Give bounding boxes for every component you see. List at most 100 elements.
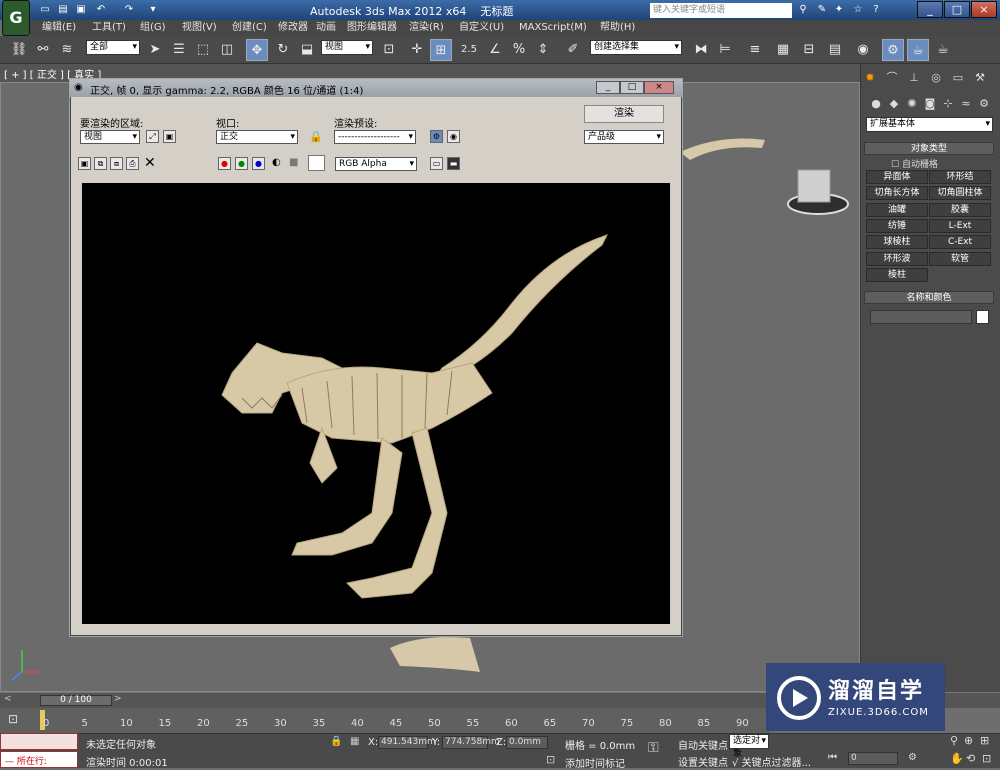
render-preset-dropdown[interactable]: ------------------- — [334, 130, 416, 144]
communication-center-icon[interactable]: ✦ — [831, 3, 847, 17]
object-button[interactable]: 软管 — [929, 252, 991, 266]
menu-edit[interactable]: 编辑(E) — [42, 21, 76, 35]
object-button[interactable]: 棱柱 — [866, 268, 928, 282]
maximize-button[interactable]: □ — [944, 1, 970, 18]
space-warps-icon[interactable]: ≈ — [958, 96, 974, 112]
object-button[interactable]: 切角圆柱体 — [929, 186, 991, 200]
link-icon[interactable]: ⛓ — [8, 39, 30, 61]
menu-rendering[interactable]: 渲染(R) — [409, 21, 444, 35]
select-by-name-icon[interactable]: ☰ — [168, 39, 190, 61]
object-button[interactable]: 球棱柱 — [866, 235, 928, 249]
redo-icon[interactable]: ↷ — [122, 3, 136, 16]
align-icon[interactable]: ⊨ — [714, 39, 736, 61]
monochrome-icon[interactable]: ■ — [289, 157, 298, 168]
environment-effects-icon[interactable]: ◉ — [447, 130, 460, 143]
schematic-view-icon[interactable]: ⊟ — [798, 39, 820, 61]
track-bar[interactable] — [0, 708, 770, 733]
create-icon[interactable]: ✸ — [862, 70, 878, 86]
utilities-icon[interactable]: ⚒ — [972, 70, 988, 86]
new-file-icon[interactable]: ▭ — [38, 3, 52, 16]
x-coord-field[interactable]: 491.543mm — [378, 736, 436, 749]
render-window-maximize-button[interactable]: □ — [620, 81, 644, 94]
ref-coord-dropdown[interactable]: 视图 — [321, 40, 373, 55]
object-button[interactable]: 切角长方体 — [866, 186, 928, 200]
color-swatch[interactable] — [308, 155, 325, 171]
clone-window-icon[interactable]: ⧈ — [110, 157, 123, 170]
edit-named-sel-icon[interactable]: ✐ — [562, 39, 584, 61]
window-crossing-icon[interactable]: ◫ — [216, 39, 238, 61]
time-tag-icon[interactable]: ⊡ — [546, 753, 555, 766]
object-button[interactable]: 环形结 — [929, 170, 991, 184]
blue-channel-icon[interactable]: ● — [252, 157, 265, 170]
render-button[interactable]: 渲染 — [584, 105, 664, 123]
print-image-icon[interactable]: ⎙ — [126, 157, 139, 170]
viewport-dropdown[interactable]: 正交 — [216, 130, 298, 144]
hierarchy-icon[interactable]: ⊥ — [906, 70, 922, 86]
key-filters-button[interactable]: √ 关键点过滤器... — [732, 754, 811, 769]
lock-icon[interactable]: 🔒 — [309, 130, 323, 143]
rect-selection-icon[interactable]: ⬚ — [192, 39, 214, 61]
set-key-button[interactable]: 设置关键点 — [678, 754, 728, 769]
spinner-snap-icon[interactable]: ⇕ — [532, 39, 554, 61]
render-setup-icon[interactable]: ⚙ — [882, 39, 904, 61]
angle-snap-icon[interactable]: ∠ — [484, 39, 506, 61]
named-selection-dropdown[interactable]: 创建选择集 — [590, 40, 682, 55]
goto-start-icon[interactable]: ⏮ — [828, 752, 837, 763]
object-button[interactable]: 纺锤 — [866, 219, 928, 233]
red-channel-icon[interactable]: ● — [218, 157, 231, 170]
favorites-icon[interactable]: ☆ — [850, 3, 866, 17]
y-coord-field[interactable]: 774.758mm — [442, 736, 500, 749]
object-button[interactable]: 异面体 — [866, 170, 928, 184]
modify-icon[interactable]: ⌒ — [884, 70, 900, 86]
render-window-close-button[interactable]: × — [644, 81, 674, 94]
time-slider[interactable]: 0 / 100 — [40, 695, 112, 706]
auto-region-icon[interactable]: ▣ — [163, 130, 176, 143]
lights-icon[interactable]: ✺ — [904, 96, 920, 112]
menu-create[interactable]: 创建(C) — [232, 21, 267, 35]
prev-frame-icon[interactable]: < — [4, 694, 12, 704]
render-window-minimize-button[interactable]: _ — [596, 81, 620, 94]
menu-maxscript[interactable]: MAXScript(M) — [519, 21, 587, 35]
minimize-button[interactable]: _ — [917, 1, 943, 18]
object-button[interactable]: C-Ext — [929, 235, 991, 249]
zoom-extents-icon[interactable]: ⊞ — [980, 734, 989, 747]
selection-lock-icon[interactable]: 🔒 — [330, 736, 342, 747]
open-file-icon[interactable]: ▤ — [56, 3, 70, 16]
autogrid-checkbox[interactable]: ☐ 自动栅格 — [891, 157, 938, 170]
material-editor-icon[interactable]: ◉ — [852, 39, 874, 61]
render-production-icon[interactable]: ☕ — [932, 39, 954, 61]
helpers-icon[interactable]: ⊹ — [940, 96, 956, 112]
undo-icon[interactable]: ↶ — [94, 3, 108, 16]
bind-space-warp-icon[interactable]: ≋ — [56, 39, 78, 61]
cameras-icon[interactable]: ◙ — [922, 96, 938, 112]
set-key-icon[interactable]: ⚿ — [648, 740, 659, 756]
select-manipulate-icon[interactable]: ✛ — [406, 39, 428, 61]
toggle-ui-overlay-icon[interactable]: ▭ — [430, 157, 443, 170]
app-menu-button[interactable]: G — [2, 0, 30, 36]
snap-icon[interactable]: 2.5 — [458, 39, 480, 61]
subscription-icon[interactable]: ✎ — [814, 3, 830, 17]
name-color-rollout[interactable]: 名称和颜色 — [864, 291, 994, 304]
object-button[interactable]: 油罐 — [866, 203, 928, 217]
edit-region-icon[interactable]: ⤢ — [146, 130, 159, 143]
pan-icon[interactable]: ✋ — [950, 752, 964, 765]
key-set-dropdown[interactable]: 选定对象 — [729, 734, 769, 759]
unlink-icon[interactable]: ⚯ — [32, 39, 54, 61]
menu-tools[interactable]: 工具(T) — [92, 21, 126, 35]
quick-access-dropdown-icon[interactable]: ▾ — [146, 3, 160, 16]
z-coord-field[interactable]: 0.0mm — [506, 736, 548, 749]
dope-sheet-icon[interactable]: ▤ — [824, 39, 846, 61]
object-button[interactable]: 环形波 — [866, 252, 928, 266]
object-color-swatch[interactable] — [976, 310, 989, 324]
object-type-rollout[interactable]: 对象类型 — [864, 142, 994, 155]
maxscript-listener[interactable] — [0, 733, 78, 750]
display-channel-dropdown[interactable]: RGB Alpha — [335, 157, 417, 171]
keyboard-shortcut-override-icon[interactable]: ⊞ — [430, 39, 452, 61]
rendered-frame-icon[interactable]: ☕ — [907, 39, 929, 61]
menu-modifiers[interactable]: 修改器 — [278, 21, 308, 35]
zoom-icon[interactable]: ⚲ — [950, 734, 958, 747]
motion-icon[interactable]: ◎ — [928, 70, 944, 86]
mini-curve-editor-icon[interactable]: ⊡ — [8, 712, 18, 726]
help-icon[interactable]: ? — [868, 3, 884, 17]
alpha-channel-icon[interactable]: ◐ — [272, 157, 281, 168]
